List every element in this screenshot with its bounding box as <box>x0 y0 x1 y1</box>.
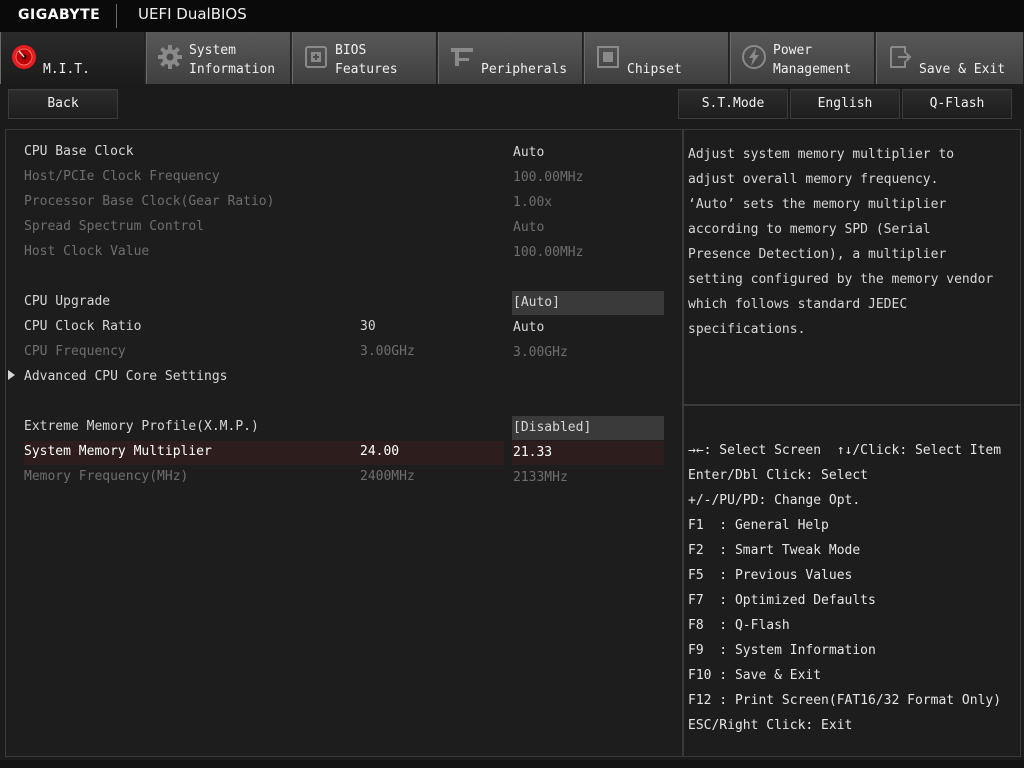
chipset-icon <box>597 46 619 68</box>
setting-host-pcie-clock: Host/PCIe Clock Frequency 100.00MHz <box>6 166 682 191</box>
setting-value[interactable]: Auto <box>512 316 664 340</box>
setting-cpu-base-clock[interactable]: CPU Base Clock Auto <box>6 141 682 166</box>
power-icon <box>742 45 766 69</box>
bottom-bar <box>0 760 1024 768</box>
back-button[interactable]: Back <box>8 89 118 119</box>
hotkey-line: F1 : General Help <box>688 518 829 533</box>
language-button[interactable]: English <box>790 89 900 119</box>
tab-label: M.I.T. <box>43 62 90 77</box>
hotkey-line: F9 : System Information <box>688 643 876 658</box>
mit-gauge-icon <box>12 45 36 69</box>
help-panel: Adjust system memory multiplier to adjus… <box>683 129 1021 405</box>
tab-label-line1: BIOS <box>335 43 367 58</box>
tab-label-line2: Management <box>773 62 852 77</box>
hotkey-line: F2 : Smart Tweak Mode <box>688 543 861 558</box>
tab-label: Chipset <box>627 62 682 77</box>
setting-value-select[interactable]: [Disabled] <box>512 416 664 440</box>
tab-label-line2: Information <box>189 62 276 77</box>
sub-toolbar: Back S.T.Mode English Q-Flash <box>0 84 1024 124</box>
setting-value: 1.00x <box>513 195 553 210</box>
settings-panel: CPU Base Clock Auto Host/PCIe Clock Freq… <box>5 129 683 757</box>
setting-label: CPU Base Clock <box>24 144 134 159</box>
peripherals-icon <box>451 48 473 66</box>
hotkey-line: ESC/Right Click: Exit <box>688 718 853 733</box>
hotkey-line: F5 : Previous Values <box>688 568 853 583</box>
setting-system-memory-multiplier[interactable]: System Memory Multiplier 24.00 21.33 <box>6 441 682 466</box>
tab-save-exit[interactable]: Save & Exit <box>876 32 1024 84</box>
setting-label: Host/PCIe Clock Frequency <box>24 169 220 184</box>
title-bar: GIGABYTE UEFI DualBIOS <box>0 0 1024 32</box>
setting-current-value: 3.00GHz <box>360 344 415 359</box>
tab-label-line2: Features <box>335 62 398 77</box>
title-divider <box>116 4 117 28</box>
setting-label: CPU Frequency <box>24 344 126 359</box>
tab-label-line1: System <box>189 43 236 58</box>
exit-door-icon <box>890 46 912 68</box>
hotkeys-panel: →←: Select Screen ↑↓/Click: Select Item … <box>683 405 1021 757</box>
hotkey-line: F10 : Save & Exit <box>688 668 822 683</box>
setting-label: Memory Frequency(MHz) <box>24 469 189 484</box>
setting-label: Spread Spectrum Control <box>24 219 205 234</box>
setting-value[interactable]: 21.33 <box>512 441 664 465</box>
help-text: Adjust system memory multiplier to adjus… <box>688 147 994 337</box>
tab-label-line1: Power <box>773 43 813 58</box>
setting-current-value: 30 <box>360 319 376 334</box>
main-tab-bar: M.I.T. System Information BIOS Features … <box>0 32 1024 84</box>
st-mode-button[interactable]: S.T.Mode <box>678 89 788 119</box>
setting-processor-base-clock: Processor Base Clock(Gear Ratio) 1.00x <box>6 191 682 216</box>
hotkey-line: →←: Select Screen ↑↓/Click: Select Item <box>688 443 1002 458</box>
tab-power-management[interactable]: Power Management <box>730 32 875 84</box>
setting-value: 2133MHz <box>513 470 568 485</box>
setting-label: CPU Clock Ratio <box>24 319 142 334</box>
qflash-button[interactable]: Q-Flash <box>902 89 1012 119</box>
setting-value: 100.00MHz <box>513 170 584 185</box>
bios-chip-icon <box>305 46 327 68</box>
setting-label: Advanced CPU Core Settings <box>24 369 228 384</box>
tab-label: Save & Exit <box>919 62 1006 77</box>
hotkey-line: F7 : Optimized Defaults <box>688 593 876 608</box>
tab-bios-features[interactable]: BIOS Features <box>292 32 437 84</box>
setting-cpu-frequency: CPU Frequency 3.00GHz 3.00GHz <box>6 341 682 366</box>
submenu-advanced-cpu-core[interactable]: Advanced CPU Core Settings <box>6 366 682 391</box>
setting-cpu-clock-ratio[interactable]: CPU Clock Ratio 30 Auto <box>6 316 682 341</box>
tab-mit[interactable]: M.I.T. <box>0 32 145 84</box>
setting-current-value: 24.00 <box>360 444 400 459</box>
setting-label: Host Clock Value <box>24 244 150 259</box>
setting-xmp[interactable]: Extreme Memory Profile(X.M.P.) [Disabled… <box>6 416 682 441</box>
hotkey-line: F8 : Q-Flash <box>688 618 790 633</box>
setting-value-select[interactable]: [Auto] <box>512 291 664 315</box>
setting-label: CPU Upgrade <box>24 294 111 309</box>
setting-label: Extreme Memory Profile(X.M.P.) <box>24 419 259 434</box>
setting-label: System Memory Multiplier <box>24 444 212 459</box>
submenu-arrow-icon <box>8 370 15 380</box>
tab-peripherals[interactable]: Peripherals <box>438 32 583 84</box>
setting-spread-spectrum: Spread Spectrum Control Auto <box>6 216 682 241</box>
product-title: UEFI DualBIOS <box>138 5 247 23</box>
setting-current-value: 2400MHz <box>360 469 415 484</box>
hotkey-line: +/-/PU/PD: Change Opt. <box>688 493 861 508</box>
gigabyte-logo: GIGABYTE <box>18 7 101 23</box>
setting-label: Processor Base Clock(Gear Ratio) <box>24 194 275 209</box>
setting-value: 100.00MHz <box>513 245 584 260</box>
setting-value[interactable]: Auto <box>512 141 664 165</box>
hotkey-line: Enter/Dbl Click: Select <box>688 468 869 483</box>
setting-host-clock-value: Host Clock Value 100.00MHz <box>6 241 682 266</box>
tab-system-information[interactable]: System Information <box>146 32 291 84</box>
setting-memory-frequency: Memory Frequency(MHz) 2400MHz 2133MHz <box>6 466 682 491</box>
tab-label: Peripherals <box>481 62 568 77</box>
setting-cpu-upgrade[interactable]: CPU Upgrade [Auto] <box>6 291 682 316</box>
hotkey-line: F12 : Print Screen(FAT16/32 Format Only) <box>688 693 1002 708</box>
setting-value: Auto <box>513 220 545 235</box>
gear-icon <box>158 45 182 69</box>
setting-value: 3.00GHz <box>513 345 568 360</box>
tab-chipset[interactable]: Chipset <box>584 32 729 84</box>
